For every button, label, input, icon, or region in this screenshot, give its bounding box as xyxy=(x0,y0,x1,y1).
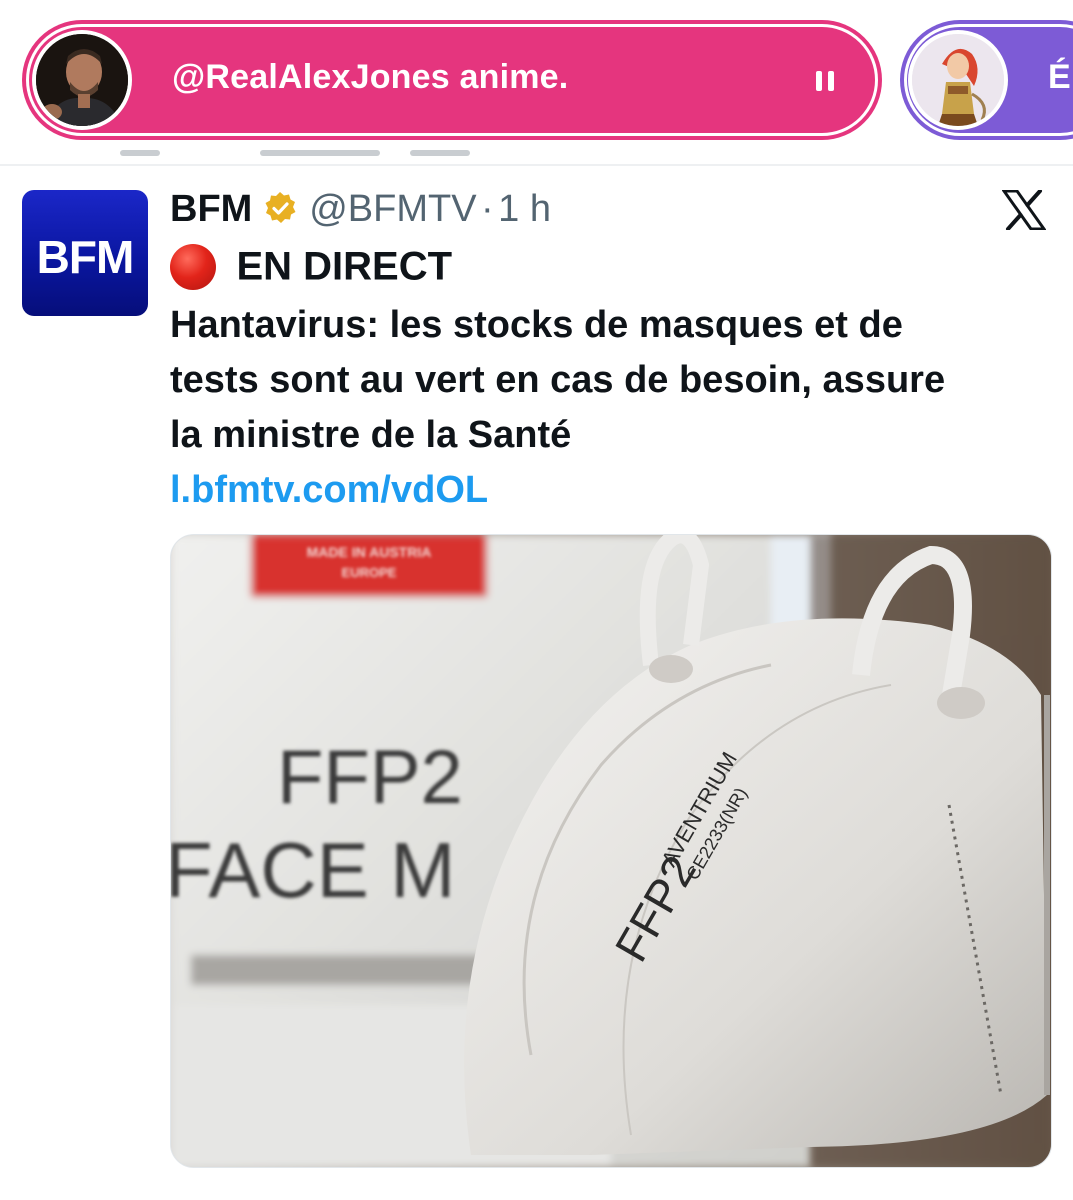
live-line: EN DIRECT xyxy=(170,244,452,294)
spaces-bar: @RealAlexJones anime. É xyxy=(0,0,1073,166)
screen: @RealAlexJones anime. É BFM BFM @BFMTV ·… xyxy=(0,0,1073,1200)
host-photo xyxy=(36,34,128,126)
tweet-card[interactable]: BFM BFM @BFMTV · 1 h EN DIRECT Hantaviru… xyxy=(0,170,1073,1200)
verified-badge-icon xyxy=(263,191,297,225)
author-handle[interactable]: @BFMTV xyxy=(309,188,476,230)
timestamp[interactable]: 1 h xyxy=(498,188,551,230)
previous-post-text-fragment xyxy=(110,140,490,162)
headline-line: la ministre de la Santé xyxy=(170,414,572,456)
headline-line: Hantavirus: les stocks de masques et de xyxy=(170,304,903,346)
separator-dot: · xyxy=(481,188,494,230)
avatar-logo-text: BFM xyxy=(36,231,135,283)
svg-text:FFP2: FFP2 xyxy=(277,735,463,820)
author-name[interactable]: BFM xyxy=(170,188,252,230)
space-title[interactable]: @RealAlexJones anime. xyxy=(172,58,568,97)
live-label: EN DIRECT xyxy=(236,244,453,289)
pause-icon[interactable] xyxy=(812,66,838,96)
divider xyxy=(0,164,1073,166)
x-logo-icon xyxy=(1001,189,1047,231)
ffp2-masks-photo: MADE IN AUSTRIA EUROPE FFP2 FACE M FFP2 … xyxy=(171,535,1051,1167)
svg-text:FACE M: FACE M xyxy=(171,826,455,914)
author-avatar[interactable]: BFM xyxy=(22,190,148,316)
svg-text:EUROPE: EUROPE xyxy=(342,565,397,580)
next-space-host-image xyxy=(912,34,1004,126)
cartoon-character-graphic xyxy=(912,34,1004,126)
svg-text:MADE IN AUSTRIA: MADE IN AUSTRIA xyxy=(307,544,432,560)
red-circle-icon xyxy=(170,244,216,290)
host-photo-graphic xyxy=(36,34,128,126)
space-host-avatar[interactable] xyxy=(32,30,132,130)
article-link[interactable]: l.bfmtv.com/vdOL xyxy=(170,463,1050,518)
headline-line: tests sont au vert en cas de besoin, ass… xyxy=(170,359,946,401)
next-space-title[interactable]: É xyxy=(1048,58,1071,97)
next-space-avatar[interactable] xyxy=(908,30,1008,130)
tweet-header: BFM @BFMTV · 1 h xyxy=(170,188,551,234)
tweet-media-image[interactable]: MADE IN AUSTRIA EUROPE FFP2 FACE M FFP2 … xyxy=(170,534,1052,1168)
tweet-text: Hantavirus: les stocks de masques et de … xyxy=(170,298,1050,518)
